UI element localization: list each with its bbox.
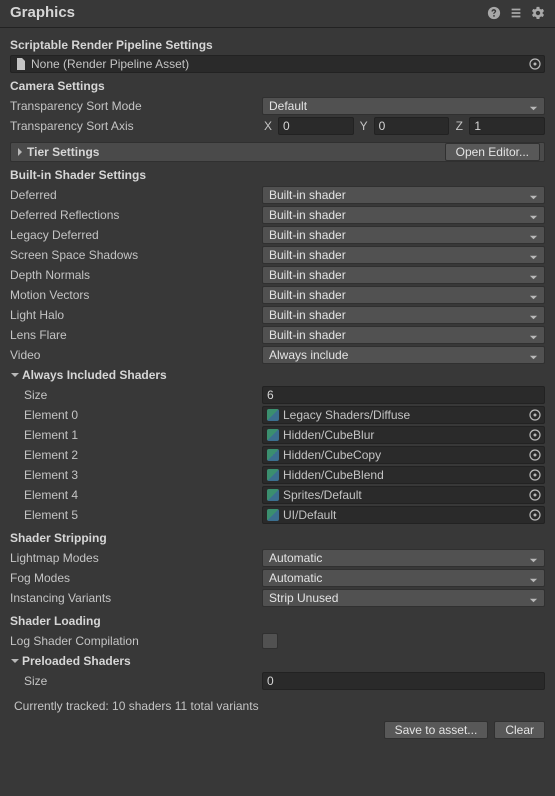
- help-icon[interactable]: [487, 6, 501, 20]
- builtin-row-dropdown[interactable]: Built-in shader: [262, 306, 545, 324]
- chevron-down-icon: [529, 191, 538, 200]
- gear-icon[interactable]: [531, 6, 545, 20]
- axis-y-label: Y: [358, 119, 370, 133]
- shader-icon: [267, 489, 279, 501]
- chevron-down-icon: [529, 311, 538, 320]
- log-shader-checkbox[interactable]: [262, 633, 278, 649]
- shader-icon: [267, 429, 279, 441]
- builtin-row-label: Depth Normals: [10, 268, 262, 282]
- open-editor-button[interactable]: Open Editor...: [445, 143, 540, 161]
- object-picker-icon[interactable]: [528, 468, 542, 482]
- builtin-row-dropdown[interactable]: Built-in shader: [262, 186, 545, 204]
- preloaded-size-input[interactable]: [262, 672, 545, 690]
- builtin-row-dropdown[interactable]: Built-in shader: [262, 206, 545, 224]
- chevron-down-icon: [529, 574, 538, 583]
- builtin-row-label: Screen Space Shadows: [10, 248, 262, 262]
- element-shader-field[interactable]: Legacy Shaders/Diffuse: [262, 406, 545, 424]
- builtin-title: Built-in Shader Settings: [10, 168, 545, 182]
- transparency-sort-mode-label: Transparency Sort Mode: [10, 99, 262, 113]
- object-picker-icon[interactable]: [528, 408, 542, 422]
- save-to-asset-button[interactable]: Save to asset...: [384, 721, 489, 739]
- axis-x-label: X: [262, 119, 274, 133]
- preloaded-foldout[interactable]: Preloaded Shaders: [10, 654, 545, 668]
- srp-asset-field[interactable]: None (Render Pipeline Asset): [10, 55, 545, 73]
- object-picker-icon[interactable]: [528, 57, 542, 71]
- axis-x-input[interactable]: [278, 117, 354, 135]
- srp-asset-value: None (Render Pipeline Asset): [31, 57, 528, 71]
- chevron-down-icon: [529, 211, 538, 220]
- presets-icon[interactable]: [509, 6, 523, 20]
- element-label: Element 1: [10, 428, 262, 442]
- page-title: Graphics: [10, 4, 487, 21]
- chevron-down-icon: [529, 102, 538, 111]
- stripping-title: Shader Stripping: [10, 531, 545, 545]
- transparency-sort-axis-label: Transparency Sort Axis: [10, 119, 262, 133]
- video-label: Video: [10, 348, 262, 362]
- object-picker-icon[interactable]: [528, 448, 542, 462]
- clear-button[interactable]: Clear: [494, 721, 545, 739]
- element-label: Element 2: [10, 448, 262, 462]
- tracked-text: Currently tracked: 10 shaders 11 total v…: [14, 699, 545, 713]
- element-label: Element 0: [10, 408, 262, 422]
- builtin-row-label: Motion Vectors: [10, 288, 262, 302]
- srp-title: Scriptable Render Pipeline Settings: [10, 38, 545, 52]
- shader-icon: [267, 409, 279, 421]
- preloaded-size-label: Size: [10, 674, 262, 688]
- builtin-row-dropdown[interactable]: Built-in shader: [262, 246, 545, 264]
- axis-y-input[interactable]: [374, 117, 450, 135]
- fog-dropdown[interactable]: Automatic: [262, 569, 545, 587]
- axis-z-label: Z: [453, 119, 465, 133]
- element-shader-field[interactable]: UI/Default: [262, 506, 545, 524]
- chevron-down-icon: [529, 251, 538, 260]
- instancing-label: Instancing Variants: [10, 591, 262, 605]
- chevron-down-icon: [10, 656, 20, 666]
- object-picker-icon[interactable]: [528, 428, 542, 442]
- lightmap-dropdown[interactable]: Automatic: [262, 549, 545, 567]
- shader-icon: [267, 469, 279, 481]
- element-shader-field[interactable]: Sprites/Default: [262, 486, 545, 504]
- builtin-row-label: Lens Flare: [10, 328, 262, 342]
- chevron-down-icon: [529, 594, 538, 603]
- builtin-row-dropdown[interactable]: Built-in shader: [262, 286, 545, 304]
- included-size-label: Size: [10, 388, 262, 402]
- object-picker-icon[interactable]: [528, 488, 542, 502]
- builtin-row-label: Legacy Deferred: [10, 228, 262, 242]
- builtin-row-label: Light Halo: [10, 308, 262, 322]
- builtin-row-dropdown[interactable]: Built-in shader: [262, 326, 545, 344]
- camera-title: Camera Settings: [10, 79, 545, 93]
- chevron-down-icon: [529, 291, 538, 300]
- shader-icon: [267, 509, 279, 521]
- loading-title: Shader Loading: [10, 614, 545, 628]
- element-shader-field[interactable]: Hidden/CubeBlur: [262, 426, 545, 444]
- builtin-row-dropdown[interactable]: Built-in shader: [262, 266, 545, 284]
- included-foldout[interactable]: Always Included Shaders: [10, 368, 545, 382]
- element-shader-field[interactable]: Hidden/CubeBlend: [262, 466, 545, 484]
- chevron-down-icon: [529, 231, 538, 240]
- chevron-right-icon: [15, 147, 25, 157]
- builtin-row-label: Deferred: [10, 188, 262, 202]
- chevron-down-icon: [529, 271, 538, 280]
- fog-label: Fog Modes: [10, 571, 262, 585]
- element-label: Element 5: [10, 508, 262, 522]
- log-shader-label: Log Shader Compilation: [10, 634, 262, 648]
- object-picker-icon[interactable]: [528, 508, 542, 522]
- instancing-dropdown[interactable]: Strip Unused: [262, 589, 545, 607]
- chevron-down-icon: [529, 331, 538, 340]
- included-size-input[interactable]: [262, 386, 545, 404]
- file-icon: [15, 58, 27, 70]
- chevron-down-icon: [529, 554, 538, 563]
- element-label: Element 4: [10, 488, 262, 502]
- axis-z-input[interactable]: [469, 117, 545, 135]
- lightmap-label: Lightmap Modes: [10, 551, 262, 565]
- builtin-row-label: Deferred Reflections: [10, 208, 262, 222]
- chevron-down-icon: [10, 370, 20, 380]
- shader-icon: [267, 449, 279, 461]
- builtin-row-dropdown[interactable]: Built-in shader: [262, 226, 545, 244]
- video-dropdown[interactable]: Always include: [262, 346, 545, 364]
- element-label: Element 3: [10, 468, 262, 482]
- transparency-sort-mode-dropdown[interactable]: Default: [262, 97, 545, 115]
- element-shader-field[interactable]: Hidden/CubeCopy: [262, 446, 545, 464]
- tier-settings-foldout[interactable]: Tier Settings Open Editor...: [10, 142, 545, 162]
- chevron-down-icon: [529, 351, 538, 360]
